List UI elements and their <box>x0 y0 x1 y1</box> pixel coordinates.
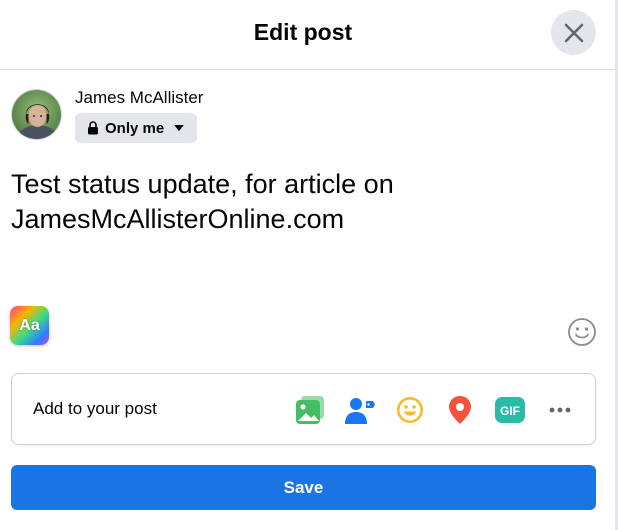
caret-down-icon <box>174 125 185 131</box>
audience-label: Only me <box>105 119 165 137</box>
close-button[interactable] <box>551 10 596 55</box>
smiley-icon <box>568 318 596 346</box>
gif-button[interactable]: GIF <box>493 393 527 427</box>
tag-people-button[interactable] <box>343 393 377 427</box>
post-text-input[interactable]: Test status update, for article on James… <box>11 167 601 237</box>
avatar-image <box>12 90 61 139</box>
avatar[interactable] <box>11 89 62 140</box>
text-format-label: Aa <box>19 316 40 334</box>
location-icon <box>449 396 471 424</box>
more-icon <box>549 407 571 413</box>
check-in-button[interactable] <box>443 393 477 427</box>
dialog-title: Edit post <box>253 19 353 45</box>
more-options-button[interactable] <box>543 393 577 427</box>
emoji-button[interactable] <box>567 317 597 347</box>
audience-selector[interactable]: Only me <box>75 113 197 143</box>
add-to-post-label: Add to your post <box>33 399 157 418</box>
close-icon <box>564 23 583 42</box>
photo-video-button[interactable] <box>293 393 327 427</box>
author-name[interactable]: James McAllister <box>75 88 203 108</box>
feeling-activity-button[interactable] <box>393 393 427 427</box>
tag-people-icon <box>345 398 375 424</box>
add-to-post-bar: Add to your post GIF <box>11 373 596 445</box>
dialog-header: Edit post <box>0 0 615 70</box>
gif-icon: GIF <box>495 397 525 423</box>
edit-post-dialog: Edit post James McAllister Only me Test … <box>0 0 618 530</box>
lock-icon <box>88 121 98 135</box>
text-format-button[interactable]: Aa <box>10 306 49 345</box>
gif-text: GIF <box>500 404 520 418</box>
feeling-icon <box>397 397 423 423</box>
save-button[interactable]: Save <box>11 465 596 510</box>
photo-video-icon <box>296 396 324 424</box>
